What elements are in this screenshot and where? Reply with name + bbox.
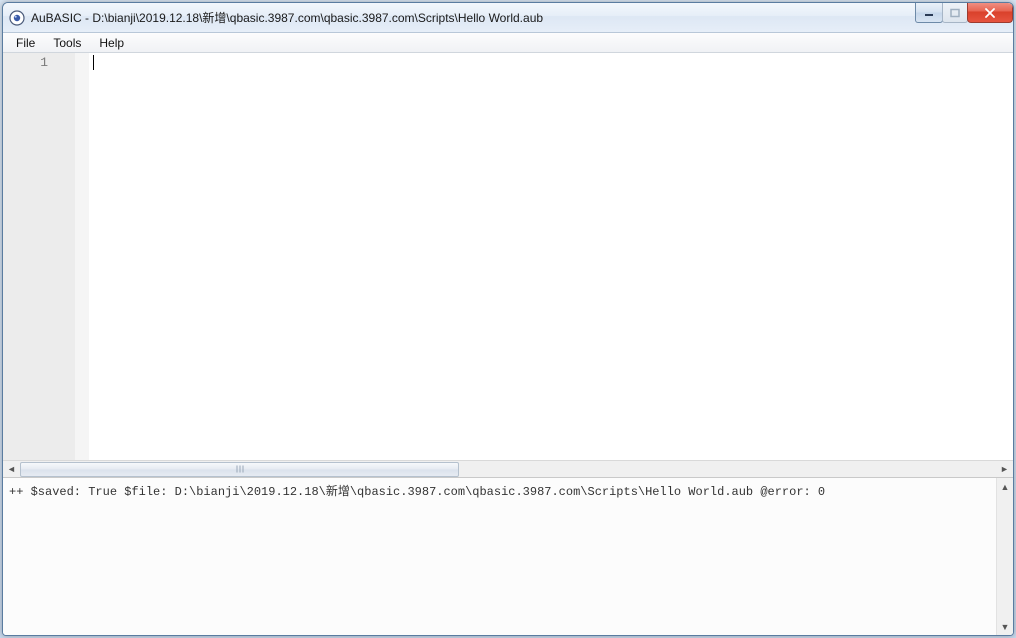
scroll-up-arrow-icon[interactable]: ▲ — [998, 478, 1013, 495]
window-title: AuBASIC - D:\bianji\2019.12.18\新增\qbasic… — [31, 9, 543, 26]
vertical-scrollbar[interactable]: ▲ ▼ — [996, 478, 1013, 635]
console-output[interactable]: ++ $saved: True $file: D:\bianji\2019.12… — [3, 478, 1013, 635]
scroll-track[interactable] — [20, 462, 996, 477]
code-editor[interactable]: 1 — [3, 53, 1013, 460]
scroll-left-arrow-icon[interactable]: ◄ — [3, 462, 20, 477]
titlebar[interactable]: AuBASIC - D:\bianji\2019.12.18\新增\qbasic… — [3, 3, 1013, 33]
console-pane: ++ $saved: True $file: D:\bianji\2019.12… — [3, 477, 1013, 635]
menubar: File Tools Help — [3, 33, 1013, 53]
text-caret — [93, 55, 94, 70]
menu-file[interactable]: File — [7, 34, 44, 52]
menu-tools[interactable]: Tools — [44, 34, 90, 52]
window-controls — [916, 3, 1013, 23]
close-button[interactable] — [967, 3, 1013, 23]
code-area[interactable] — [89, 53, 1013, 460]
horizontal-scrollbar[interactable]: ◄ ► — [3, 460, 1013, 477]
menu-help[interactable]: Help — [90, 34, 133, 52]
app-icon — [9, 10, 25, 26]
scroll-down-arrow-icon[interactable]: ▼ — [998, 618, 1013, 635]
editor-pane: 1 ◄ ► — [3, 53, 1013, 477]
line-number: 1 — [7, 55, 48, 70]
scroll-thumb[interactable] — [20, 462, 459, 477]
app-window: AuBASIC - D:\bianji\2019.12.18\新增\qbasic… — [2, 2, 1014, 636]
gutter-margin — [75, 53, 89, 460]
minimize-button[interactable] — [915, 3, 943, 23]
line-number-gutter: 1 — [3, 53, 75, 460]
scroll-right-arrow-icon[interactable]: ► — [996, 462, 1013, 477]
maximize-button — [942, 3, 968, 23]
